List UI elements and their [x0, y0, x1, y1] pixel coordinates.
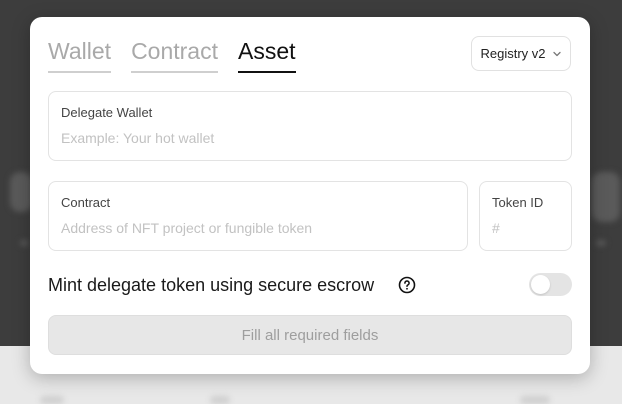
- background-item-fragment-1: [40, 396, 64, 404]
- tab-asset[interactable]: Asset: [238, 37, 296, 73]
- token-id-input[interactable]: [492, 220, 559, 236]
- contract-label: Contract: [61, 195, 111, 210]
- token-id-label: Token ID: [492, 195, 544, 210]
- delegate-wallet-field[interactable]: Delegate Wallet: [48, 91, 572, 161]
- delegate-wallet-label: Delegate Wallet: [61, 105, 153, 120]
- background-heading-fragment-right: [592, 172, 620, 222]
- background-heading-fragment-left: [10, 172, 32, 212]
- delegation-type-tabs: Wallet Contract Asset: [48, 37, 296, 73]
- delegate-wallet-input[interactable]: [61, 130, 559, 146]
- escrow-label: Mint delegate token using secure escrow: [48, 275, 375, 295]
- background-item-fragment-2: [210, 396, 230, 404]
- submit-button[interactable]: Fill all required fields: [48, 315, 572, 355]
- registry-version-label: Registry v2: [480, 46, 546, 61]
- tab-contract[interactable]: Contract: [131, 37, 218, 73]
- registry-version-select[interactable]: Registry v2: [471, 36, 571, 71]
- background-item-fragment-3: [520, 396, 550, 404]
- chevron-down-icon: [552, 51, 561, 56]
- token-id-field[interactable]: Token ID: [479, 181, 572, 251]
- background-text-fragment-right: [596, 240, 606, 246]
- contract-input[interactable]: [61, 220, 455, 236]
- tab-wallet[interactable]: Wallet: [48, 37, 112, 73]
- escrow-toggle[interactable]: [529, 273, 572, 296]
- escrow-option-row: Mint delegate token using secure escrow: [48, 273, 572, 297]
- delegate-modal: Wallet Contract Asset Registry v2 Delega…: [30, 17, 590, 374]
- contract-field[interactable]: Contract: [48, 181, 468, 251]
- toggle-knob: [531, 275, 550, 294]
- question-circle-icon[interactable]: [398, 276, 416, 294]
- background-text-fragment-left: [20, 240, 28, 246]
